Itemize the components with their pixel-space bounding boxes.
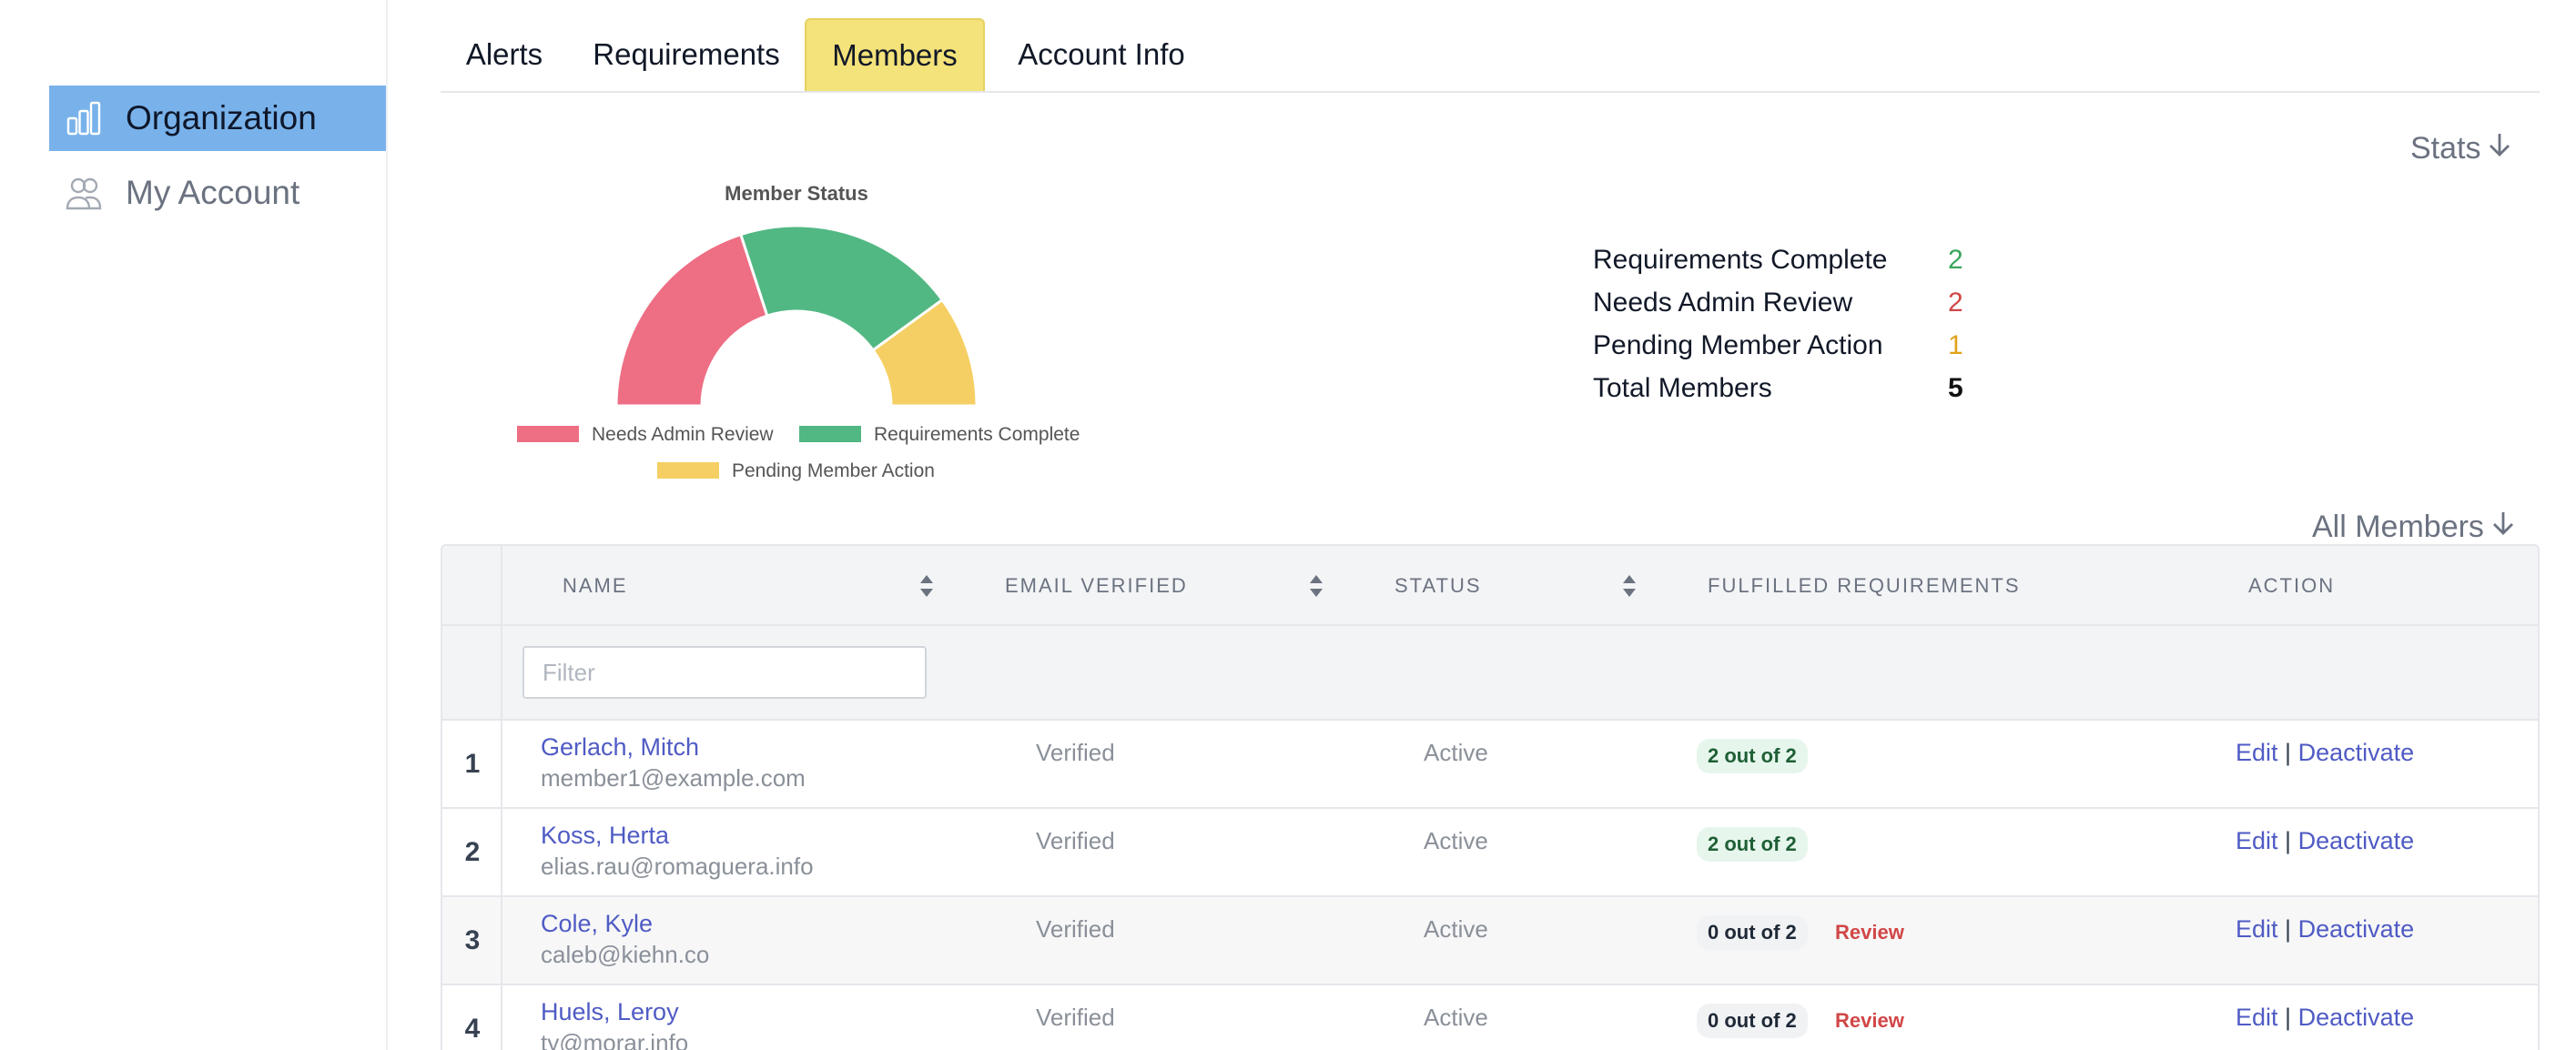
- column-header-action: ACTION: [2248, 574, 2336, 597]
- stat-value: 2: [1948, 244, 1963, 275]
- legend-label[interactable]: Needs Admin Review: [592, 424, 774, 445]
- member-name-link[interactable]: Koss, Herta: [541, 822, 669, 850]
- member-email: member1@example.com: [541, 764, 806, 792]
- member-status-chart: Member Status Needs Admin Review Requirem…: [492, 178, 1111, 497]
- edit-link[interactable]: Edit: [2236, 915, 2278, 943]
- row-actions: Edit | Deactivate: [2236, 827, 2414, 855]
- member-name-link[interactable]: Huels, Leroy: [541, 998, 679, 1026]
- row-actions: Edit | Deactivate: [2236, 739, 2414, 767]
- column-header-status[interactable]: STATUS: [1394, 546, 1482, 626]
- legend-swatch: [657, 462, 719, 479]
- edit-link[interactable]: Edit: [2236, 1004, 2278, 1031]
- status-value: Active: [1424, 915, 1488, 943]
- row-actions: Edit | Deactivate: [2236, 1004, 2414, 1032]
- column-header-fulfilled-requirements: FULFILLED REQUIREMENTS: [1708, 574, 2021, 597]
- all-members-link-label: All Members: [2312, 510, 2484, 544]
- deactivate-link[interactable]: Deactivate: [2298, 1004, 2415, 1031]
- edit-link[interactable]: Edit: [2236, 827, 2278, 854]
- email-verified-value: Verified: [1036, 1004, 1115, 1031]
- member-email: caleb@kiehn.co: [541, 941, 710, 968]
- row-index-column: [442, 546, 502, 1050]
- bar-chart-icon: [64, 98, 104, 138]
- table-row: 3 Cole, Kyle caleb@kiehn.co Verified Act…: [442, 897, 2538, 985]
- name-filter-input[interactable]: [522, 646, 927, 699]
- tab-bar: Alerts Requirements Members Account Info: [441, 18, 2540, 93]
- column-header-name[interactable]: NAME: [563, 546, 628, 626]
- status-value: Active: [1424, 827, 1488, 854]
- table-row: 4 Huels, Leroy ty@morar.info Verified Ac…: [442, 985, 2538, 1050]
- row-actions: Edit | Deactivate: [2236, 915, 2414, 944]
- deactivate-link[interactable]: Deactivate: [2298, 739, 2415, 766]
- table-header: NAME EMAIL VERIFIED STATUS FULFILLED REQ…: [442, 546, 2538, 626]
- tab-alerts[interactable]: Alerts: [441, 18, 568, 91]
- arrow-down-icon: [2488, 131, 2511, 167]
- action-separator: |: [2285, 827, 2292, 854]
- stat-label: Total Members: [1593, 372, 1772, 403]
- fulfilled-badge: 2 out of 2: [1697, 739, 1808, 773]
- stat-row: Total Members 5: [1593, 367, 1984, 409]
- table-row: 1 Gerlach, Mitch member1@example.com Ver…: [442, 721, 2538, 809]
- status-value: Active: [1424, 739, 1488, 766]
- action-separator: |: [2285, 915, 2292, 943]
- stat-label: Pending Member Action: [1593, 329, 1883, 360]
- members-table: NAME EMAIL VERIFIED STATUS FULFILLED REQ…: [441, 544, 2540, 1050]
- legend-label[interactable]: Requirements Complete: [874, 424, 1080, 445]
- all-members-toggle[interactable]: All Members: [2312, 510, 2515, 545]
- users-icon: [64, 173, 104, 213]
- action-separator: |: [2285, 739, 2292, 766]
- deactivate-link[interactable]: Deactivate: [2298, 827, 2415, 854]
- sidebar-item-my-account[interactable]: My Account: [49, 160, 386, 226]
- member-email: elias.rau@romaguera.info: [541, 853, 814, 880]
- sort-icon[interactable]: [1307, 573, 1325, 599]
- chart-title: Member Status: [725, 182, 868, 205]
- stat-row: Needs Admin Review 2: [1593, 281, 1984, 324]
- email-verified-value: Verified: [1036, 739, 1115, 766]
- deactivate-link[interactable]: Deactivate: [2298, 915, 2415, 943]
- fulfilled-badge: 0 out of 2: [1697, 1004, 1808, 1038]
- stat-value: 1: [1948, 329, 1963, 360]
- member-name-link[interactable]: Cole, Kyle: [541, 910, 653, 938]
- stats-link-label: Stats: [2410, 131, 2481, 166]
- email-verified-value: Verified: [1036, 915, 1115, 943]
- stat-label: Requirements Complete: [1593, 244, 1888, 275]
- chart-slice[interactable]: [614, 232, 769, 408]
- tab-requirements[interactable]: Requirements: [568, 18, 805, 91]
- tab-account-info[interactable]: Account Info: [985, 18, 1218, 91]
- sort-icon[interactable]: [918, 573, 936, 599]
- sidebar-item-organization[interactable]: Organization: [49, 86, 386, 151]
- stat-value: 2: [1948, 287, 1963, 318]
- chart-svg: Member Status Needs Admin Review Requirem…: [517, 182, 1080, 481]
- table-row: 2 Koss, Herta elias.rau@romaguera.info V…: [442, 809, 2538, 897]
- review-badge[interactable]: Review: [1835, 1009, 1904, 1033]
- review-badge[interactable]: Review: [1835, 921, 1904, 944]
- member-name-link[interactable]: Gerlach, Mitch: [541, 733, 699, 762]
- tab-members[interactable]: Members: [805, 18, 985, 91]
- stat-row: Requirements Complete 2: [1593, 238, 1984, 281]
- fulfilled-badge: 2 out of 2: [1697, 827, 1808, 862]
- stats-panel: Requirements Complete 2 Needs Admin Revi…: [1593, 238, 1984, 409]
- filter-row: [442, 626, 2538, 721]
- stat-label: Needs Admin Review: [1593, 287, 1853, 318]
- arrow-down-icon: [2491, 510, 2515, 545]
- legend-swatch: [799, 426, 861, 442]
- legend-label[interactable]: Pending Member Action: [732, 460, 935, 481]
- stats-toggle[interactable]: Stats: [2410, 131, 2511, 167]
- sidebar-item-label: Organization: [126, 99, 317, 136]
- stat-value: 5: [1948, 372, 1963, 403]
- member-email: ty@morar.info: [541, 1029, 689, 1050]
- fulfilled-badge: 0 out of 2: [1697, 915, 1808, 950]
- action-separator: |: [2285, 1004, 2292, 1031]
- status-value: Active: [1424, 1004, 1488, 1031]
- column-header-email-verified[interactable]: EMAIL VERIFIED: [1005, 546, 1188, 626]
- stat-row: Pending Member Action 1: [1593, 324, 1984, 367]
- sidebar-item-label: My Account: [126, 174, 300, 211]
- edit-link[interactable]: Edit: [2236, 739, 2278, 766]
- sort-icon[interactable]: [1620, 573, 1638, 599]
- sidebar: Organization My Account: [0, 0, 388, 1050]
- legend-swatch: [517, 426, 579, 442]
- email-verified-value: Verified: [1036, 827, 1115, 854]
